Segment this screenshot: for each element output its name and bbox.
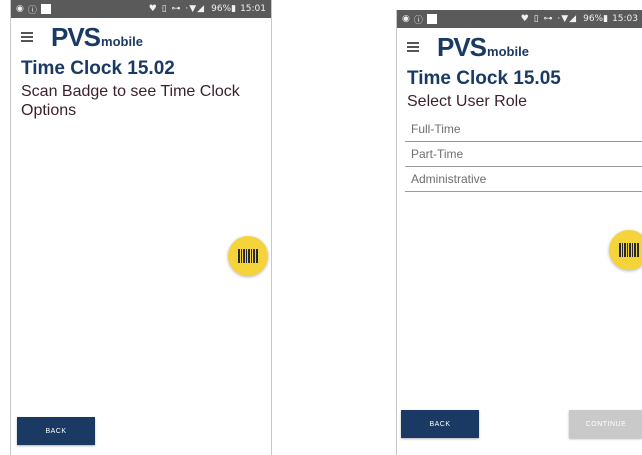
page-title: Time Clock 15.02 xyxy=(21,58,175,79)
app-bar: PVS mobile xyxy=(11,22,271,52)
clock-time: 15:03 xyxy=(612,14,638,24)
battery-icon: ▮ xyxy=(603,14,609,24)
app-bar: PVS mobile xyxy=(397,32,642,62)
clock-time: 15:01 xyxy=(240,4,266,14)
continue-button[interactable]: CONTINUE xyxy=(569,410,642,438)
battery-level: 96% xyxy=(583,14,604,24)
hamburger-icon[interactable] xyxy=(407,42,419,52)
info-icon: ⓘ xyxy=(27,5,37,16)
instruction-text: Scan Badge to see Time Clock Options xyxy=(21,83,240,119)
status-icons: ♥ ▯ ⊶ ·▼◢ xyxy=(148,4,206,14)
battery-icon: ▮ xyxy=(231,4,237,14)
role-list: Full-Time Part-Time Administrative xyxy=(405,117,642,192)
notification-square-icon xyxy=(40,4,51,14)
back-button[interactable]: BACK xyxy=(17,417,95,445)
app-logo: PVS mobile xyxy=(437,31,529,62)
role-option-administrative[interactable]: Administrative xyxy=(405,167,642,192)
battery-level: 96% xyxy=(211,4,232,14)
role-option-full-time[interactable]: Full-Time xyxy=(405,117,642,142)
scan-badge-button[interactable] xyxy=(609,230,642,270)
settings-circle-icon: ◉ xyxy=(16,4,24,14)
settings-circle-icon: ◉ xyxy=(402,14,410,24)
status-bar: ◉ ⓘ ♥ ▯ ⊶ ·▼◢ 96% ▮ 15:03 xyxy=(397,10,642,28)
status-icons: ♥ ▯ ⊶ ·▼◢ xyxy=(520,14,578,24)
notification-square-icon xyxy=(426,14,437,24)
back-button[interactable]: BACK xyxy=(401,410,479,438)
role-option-part-time[interactable]: Part-Time xyxy=(405,142,642,167)
instruction-text: Select User Role xyxy=(407,93,528,110)
barcode-icon xyxy=(237,249,259,263)
barcode-icon xyxy=(618,243,640,257)
scan-badge-button[interactable] xyxy=(228,236,268,276)
phone-screen-left: ◉ ⓘ ♥ ▯ ⊶ ·▼◢ 96% ▮ 15:01 PVS mobile Tim… xyxy=(10,0,272,455)
page-title: Time Clock 15.05 xyxy=(407,68,561,89)
hamburger-icon[interactable] xyxy=(21,32,33,42)
status-bar: ◉ ⓘ ♥ ▯ ⊶ ·▼◢ 96% ▮ 15:01 xyxy=(11,0,271,18)
phone-screen-right: ◉ ⓘ ♥ ▯ ⊶ ·▼◢ 96% ▮ 15:03 PVS mobile Tim… xyxy=(396,10,642,455)
info-icon: ⓘ xyxy=(413,15,423,26)
app-logo: PVS mobile xyxy=(51,21,143,52)
